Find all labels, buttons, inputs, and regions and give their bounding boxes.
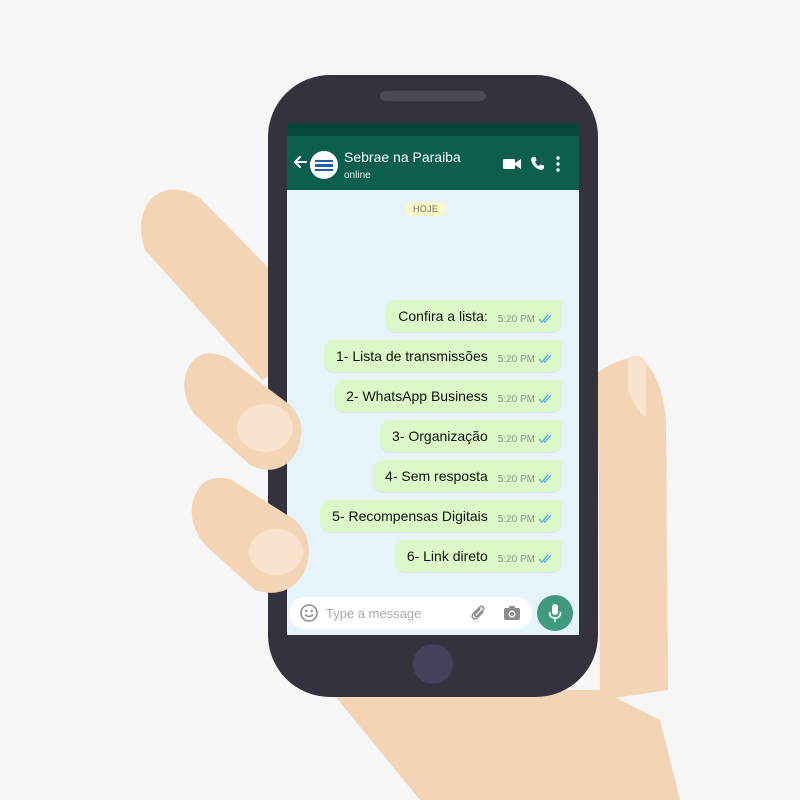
date-chip: HOJE — [405, 202, 447, 216]
message-bubble[interactable]: 6- Link direto 5:20 PM — [394, 540, 562, 572]
phone-icon[interactable] — [530, 156, 545, 171]
chat-screen: Sebrae na Paraiba online HOJE Confira a … — [287, 123, 579, 635]
more-vertical-icon[interactable] — [555, 156, 561, 172]
message-time: 5:20 PM — [497, 513, 535, 525]
message-bubble[interactable]: 5- Recompensas Digitais 5:20 PM — [320, 500, 562, 532]
status-bar — [287, 123, 579, 136]
message-time: 5:20 PM — [497, 353, 535, 365]
arrow-left-icon[interactable] — [292, 154, 308, 170]
mic-button[interactable] — [537, 595, 573, 631]
message-text: 4- Sem resposta — [385, 468, 488, 484]
camera-icon[interactable] — [503, 605, 521, 621]
phone-home-button — [413, 644, 453, 684]
message-text: 1- Lista de transmissões — [336, 348, 488, 364]
double-check-icon — [538, 474, 552, 483]
message-time: 5:20 PM — [497, 553, 535, 565]
chat-header: Sebrae na Paraiba online — [287, 136, 579, 190]
message-time: 5:20 PM — [497, 473, 535, 485]
double-check-icon — [538, 434, 552, 443]
phone-speaker — [380, 91, 486, 101]
avatar[interactable] — [310, 151, 338, 179]
message-time: 5:20 PM — [497, 313, 535, 325]
double-check-icon — [538, 394, 552, 403]
double-check-icon — [538, 314, 552, 323]
contact-status: online — [344, 170, 371, 181]
message-text: 2- WhatsApp Business — [346, 388, 488, 404]
double-check-icon — [538, 554, 552, 563]
message-bubble[interactable]: 1- Lista de transmissões 5:20 PM — [324, 340, 562, 372]
message-time: 5:20 PM — [497, 393, 535, 405]
message-bubble[interactable]: 3- Organização 5:20 PM — [380, 420, 562, 452]
emoji-icon[interactable] — [300, 604, 318, 622]
contact-name[interactable]: Sebrae na Paraiba — [344, 149, 461, 165]
message-text: 5- Recompensas Digitais — [332, 508, 488, 524]
message-bubble[interactable]: 4- Sem resposta 5:20 PM — [373, 460, 562, 492]
double-check-icon — [538, 514, 552, 523]
microphone-icon — [548, 604, 562, 622]
message-time: 5:20 PM — [497, 433, 535, 445]
video-call-icon[interactable] — [503, 158, 521, 170]
message-text: 3- Organização — [392, 428, 488, 444]
phone-device: Sebrae na Paraiba online HOJE Confira a … — [268, 75, 598, 697]
paperclip-icon[interactable] — [470, 604, 488, 622]
message-composer[interactable]: Type a message — [289, 597, 532, 629]
message-input-placeholder[interactable]: Type a message — [326, 606, 421, 621]
message-bubble[interactable]: 2- WhatsApp Business 5:20 PM — [334, 380, 562, 412]
message-bubble[interactable]: Confira a lista: 5:20 PM — [386, 300, 562, 332]
message-text: Confira a lista: — [398, 308, 488, 324]
sebrae-logo-icon — [310, 151, 338, 179]
double-check-icon — [538, 354, 552, 363]
message-text: 6- Link direto — [406, 548, 488, 564]
